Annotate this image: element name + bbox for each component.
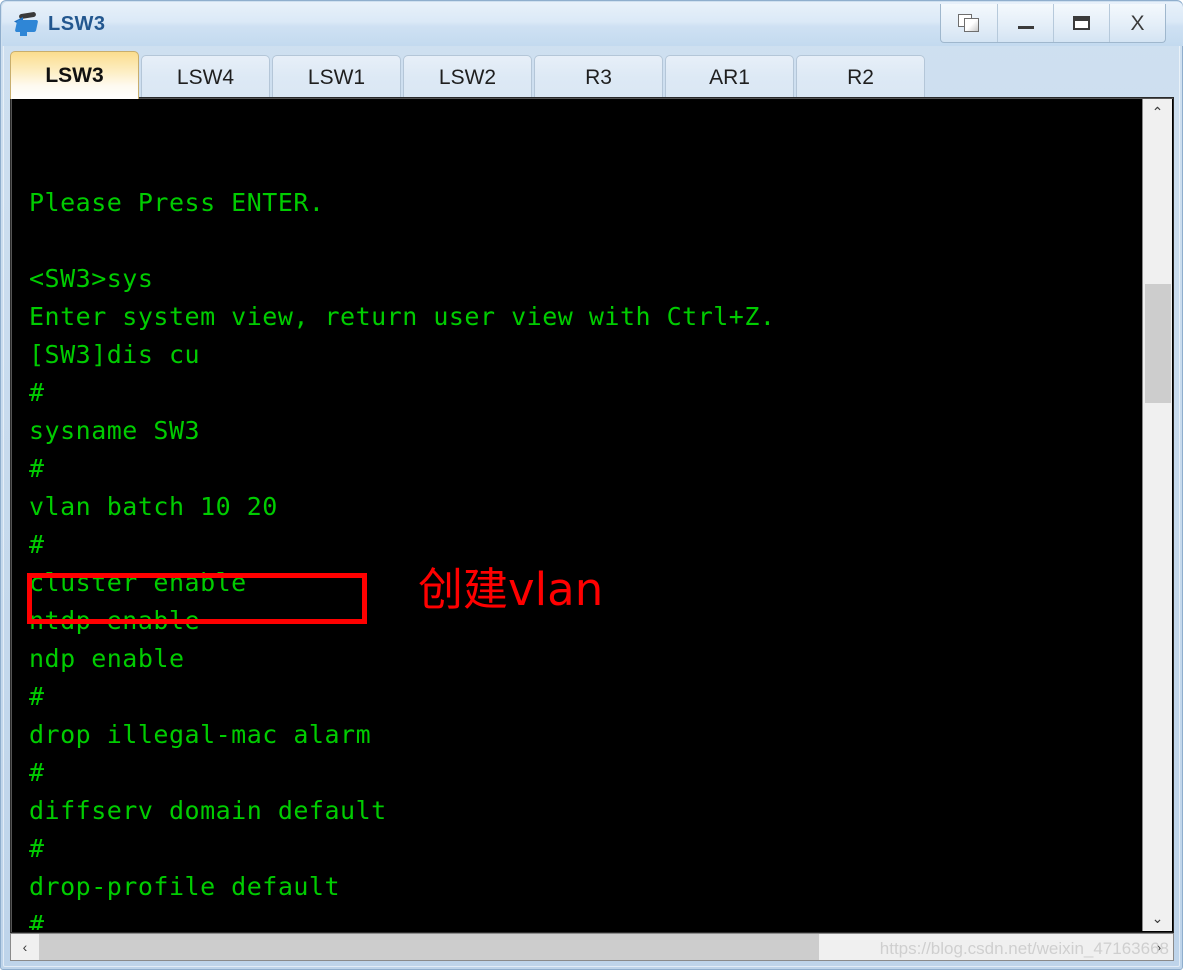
terminal-line: Please Press ENTER. bbox=[29, 188, 325, 217]
vertical-scrollbar-thumb[interactable] bbox=[1145, 284, 1171, 403]
tab-label: R2 bbox=[847, 65, 874, 89]
vlan-annotation-label: 创建vlan bbox=[418, 563, 604, 616]
terminal-line: vlan batch 10 20 bbox=[29, 492, 278, 521]
tab-label: LSW1 bbox=[307, 65, 366, 89]
terminal-line: # bbox=[29, 682, 45, 711]
terminal-output: Please Press ENTER. <SW3>sys Enter system … bbox=[29, 108, 775, 930]
horizontal-scrollbar-thumb[interactable] bbox=[39, 934, 819, 960]
terminal-line: # bbox=[29, 530, 45, 559]
terminal-line: # bbox=[29, 454, 45, 483]
maximize-button[interactable] bbox=[1053, 4, 1109, 42]
scroll-up-arrow-icon[interactable]: ⌃ bbox=[1143, 99, 1172, 125]
terminal-line: <SW3>sys bbox=[29, 264, 154, 293]
terminal-line: # bbox=[29, 834, 45, 863]
tab-label: LSW3 bbox=[45, 63, 104, 87]
terminal-line: # bbox=[29, 758, 45, 787]
device-tab-strip: LSW3 LSW4 LSW1 LSW2 R3 AR1 R2 bbox=[10, 51, 1174, 99]
window-controls: X bbox=[940, 4, 1166, 43]
vertical-scrollbar[interactable]: ⌃ ⌄ bbox=[1142, 99, 1172, 931]
terminal-line: # bbox=[29, 378, 45, 407]
tab-lsw1[interactable]: LSW1 bbox=[272, 55, 401, 99]
tab-lsw3[interactable]: LSW3 bbox=[10, 51, 139, 99]
maximize-icon bbox=[1073, 16, 1090, 30]
close-button[interactable]: X bbox=[1109, 4, 1165, 42]
tab-label: AR1 bbox=[709, 65, 750, 89]
minimize-button[interactable] bbox=[997, 4, 1053, 42]
terminal-line: Enter system view, return user view with… bbox=[29, 302, 776, 331]
title-bar[interactable]: LSW3 X bbox=[2, 2, 1183, 46]
terminal-window: LSW3 X LSW3 LSW4 LSW1 LSW2 R3 AR1 R2 Ple… bbox=[0, 0, 1183, 970]
tab-lsw2[interactable]: LSW2 bbox=[403, 55, 532, 99]
tab-label: R3 bbox=[585, 65, 612, 89]
scroll-left-arrow-icon[interactable]: ‹ bbox=[11, 934, 39, 960]
terminal-line: drop illegal-mac alarm bbox=[29, 720, 372, 749]
terminal-panel: Please Press ENTER. <SW3>sys Enter system … bbox=[10, 97, 1174, 933]
scroll-down-arrow-icon[interactable]: ⌄ bbox=[1143, 905, 1172, 931]
tab-r3[interactable]: R3 bbox=[534, 55, 663, 99]
tab-r2[interactable]: R2 bbox=[796, 55, 925, 99]
terminal-line: drop-profile default bbox=[29, 872, 341, 901]
scroll-right-arrow-icon[interactable]: › bbox=[1145, 934, 1173, 960]
terminal-line: # bbox=[29, 910, 45, 930]
watermark-text: https://blog.csdn.net/weixin_47163668 bbox=[879, 939, 1169, 958]
terminal-line: ntdp enable bbox=[29, 606, 201, 635]
tab-label: LSW2 bbox=[438, 65, 497, 89]
terminal-line: ndp enable bbox=[29, 644, 185, 673]
tab-ar1[interactable]: AR1 bbox=[665, 55, 794, 99]
tab-lsw4[interactable]: LSW4 bbox=[141, 55, 270, 99]
minimize-icon bbox=[1017, 26, 1034, 29]
title-bar-left: LSW3 bbox=[14, 7, 106, 41]
switch-device-icon bbox=[14, 11, 42, 37]
horizontal-scrollbar-track[interactable]: › https://blog.csdn.net/weixin_47163668 bbox=[819, 934, 1173, 960]
cascade-icon bbox=[958, 13, 980, 33]
terminal-screen[interactable]: Please Press ENTER. <SW3>sys Enter system … bbox=[15, 100, 1141, 930]
horizontal-scrollbar[interactable]: ‹ › https://blog.csdn.net/weixin_4716366… bbox=[10, 933, 1174, 961]
cascade-windows-button[interactable] bbox=[941, 4, 997, 42]
terminal-line: diffserv domain default bbox=[29, 796, 387, 825]
terminal-line: sysname SW3 bbox=[29, 416, 201, 445]
terminal-line: [SW3]dis cu bbox=[29, 340, 201, 369]
tab-label: LSW4 bbox=[176, 65, 235, 89]
terminal-line: cluster enable bbox=[29, 568, 247, 597]
window-title: LSW3 bbox=[48, 13, 106, 35]
close-icon: X bbox=[1130, 11, 1145, 35]
